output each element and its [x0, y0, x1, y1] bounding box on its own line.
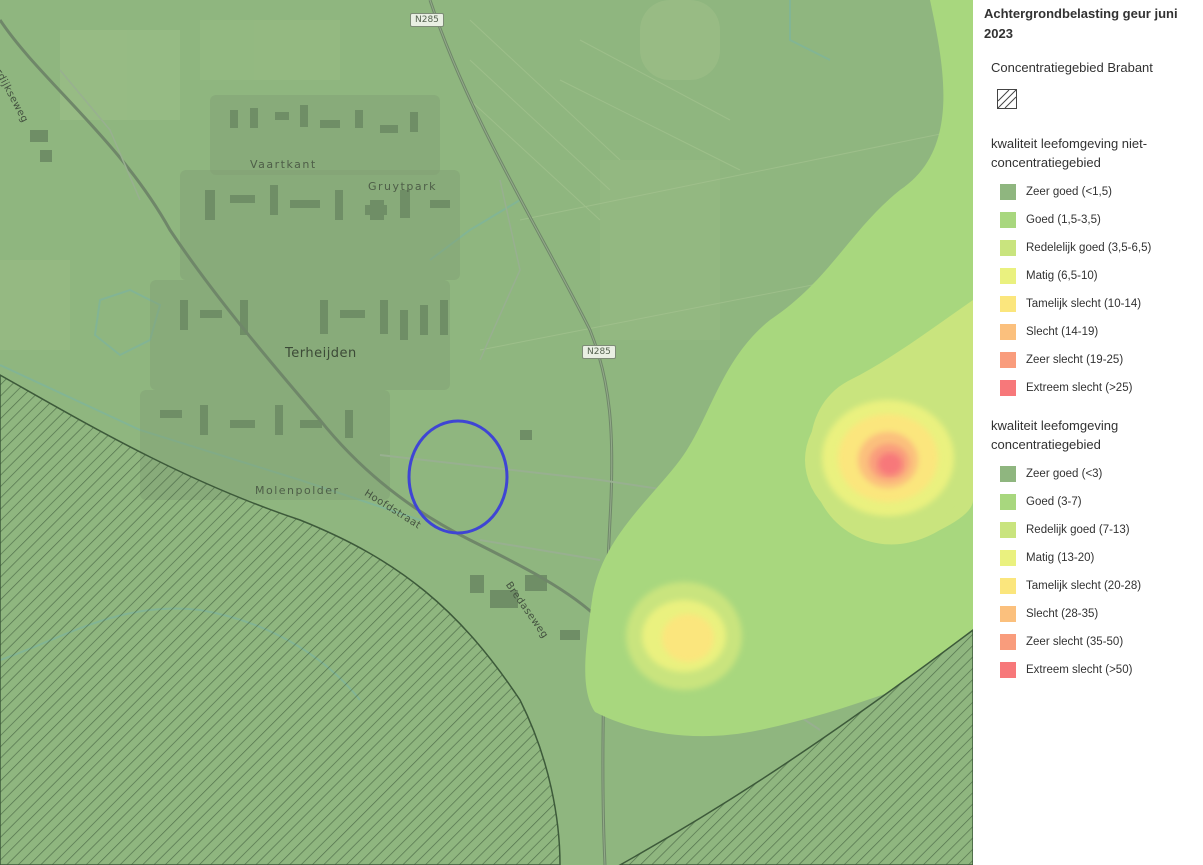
legend-swatch [1000, 466, 1016, 482]
legend-swatch [1000, 522, 1016, 538]
non-concentration-title: kwaliteit leefomgeving niet-concentratie… [991, 136, 1148, 170]
concentration-legend: Zeer goed (<3) Goed (3-7) Redelijk goed (7… [984, 460, 1195, 684]
road-shield-n285-top: N285 [410, 13, 444, 27]
legend-item: Redelijk goed (7-13) [1000, 516, 1195, 544]
legend-swatch [1000, 324, 1016, 340]
legend-swatch [1000, 550, 1016, 566]
legend-item-label: Goed (3-7) [1026, 496, 1082, 508]
legend-item: Matig (13-20) [1000, 544, 1195, 572]
legend-swatch [1000, 494, 1016, 510]
legend-item: Zeer goed (<1,5) [1000, 178, 1195, 206]
non-concentration-legend: Zeer goed (<1,5) Goed (1,5-3,5) Redelelijk… [984, 178, 1195, 402]
legend-item: Tamelijk slecht (10-14) [1000, 290, 1195, 318]
legend-item-label: Matig (6,5-10) [1026, 270, 1098, 282]
legend-item-label: Redelijk goed (7-13) [1026, 524, 1130, 536]
legend-panel: Achtergrondbelasting geur juni 2023 Conc… [973, 0, 1203, 865]
place-label-gruytpark: Gruytpark [368, 180, 437, 193]
legend-item: Goed (1,5-3,5) [1000, 206, 1195, 234]
legend-item-label: Zeer slecht (19-25) [1026, 354, 1124, 366]
legend-swatch [1000, 212, 1016, 228]
legend-item-label: Zeer goed (<1,5) [1026, 186, 1112, 198]
legend-swatch [1000, 606, 1016, 622]
legend-item: Goed (3-7) [1000, 488, 1195, 516]
map-layers [0, 0, 973, 865]
legend-item-label: Goed (1,5-3,5) [1026, 214, 1101, 226]
legend-item-label: Redelelijk goed (3,5-6,5) [1026, 242, 1152, 254]
legend-item-label: Slecht (28-35) [1026, 608, 1099, 620]
legend-swatch [1000, 184, 1016, 200]
legend-item: Zeer slecht (35-50) [1000, 628, 1195, 656]
legend-swatch [1000, 240, 1016, 256]
concentration-title: kwaliteit leefomgeving concentratiegebie… [991, 418, 1119, 452]
legend-item: Slecht (28-35) [1000, 600, 1195, 628]
legend-item-label: Tamelijk slecht (20-28) [1026, 580, 1142, 592]
legend-swatch [1000, 268, 1016, 284]
legend-item: Matig (6,5-10) [1000, 262, 1195, 290]
legend-swatch [1000, 662, 1016, 678]
legend-item-label: Slecht (14-19) [1026, 326, 1099, 338]
legend-item: Tamelijk slecht (20-28) [1000, 572, 1195, 600]
legend-item-label: Matig (13-20) [1026, 552, 1095, 564]
road-shield-n285-middle: N285 [582, 345, 616, 359]
legend-item-label: Tamelijk slecht (10-14) [1026, 298, 1142, 310]
concentration-area-title: Concentratiegebied Brabant [991, 60, 1153, 75]
legend-swatch [1000, 380, 1016, 396]
legend-swatch [1000, 634, 1016, 650]
legend-item: Zeer goed (<3) [1000, 460, 1195, 488]
place-label-vaartkant: Vaartkant [250, 158, 317, 171]
legend-item-label: Zeer goed (<3) [1026, 468, 1103, 480]
legend-item-label: Extreem slecht (>50) [1026, 664, 1133, 676]
map-canvas[interactable]: Vaartkant Gruytpark Terheijden Molenpold… [0, 0, 973, 865]
place-label-terheijden: Terheijden [285, 346, 357, 361]
legend-item: Redelelijk goed (3,5-6,5) [1000, 234, 1195, 262]
legend-item: Extreem slecht (>50) [1000, 656, 1195, 684]
legend-title: Achtergrondbelasting geur juni 2023 [984, 6, 1178, 41]
legend-swatch [1000, 352, 1016, 368]
legend-item: Zeer slecht (19-25) [1000, 346, 1195, 374]
legend-item: Extreem slecht (>25) [1000, 374, 1195, 402]
legend-item-label: Extreem slecht (>25) [1026, 382, 1133, 394]
legend-swatch [1000, 578, 1016, 594]
hatch-pattern-icon [997, 89, 1017, 109]
legend-swatch [1000, 296, 1016, 312]
legend-item: Slecht (14-19) [1000, 318, 1195, 346]
place-label-molenpolder: Molenpolder [255, 484, 340, 497]
legend-item-label: Zeer slecht (35-50) [1026, 636, 1124, 648]
